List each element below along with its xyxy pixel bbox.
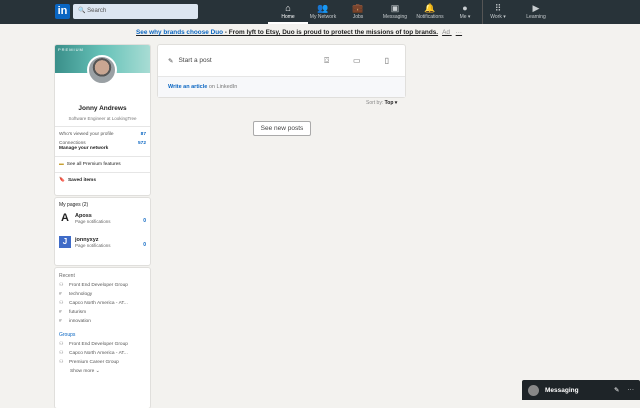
recent-item[interactable]: # technology [55,290,150,299]
nav-notifications[interactable]: 🔔 Notifications [410,3,450,20]
profile-card: PREMIUM Jonny Andrews Software Engineer … [55,45,150,195]
recent-card: Recent ⚇ Front End Developer Group # techn… [55,268,150,408]
nav-my-network[interactable]: 👥 My Network [303,3,343,20]
recent-item[interactable]: ⚇ Capco North America - AT... [55,299,150,308]
sort-dropdown[interactable]: Sort by: Top ▾ [366,100,397,106]
page-item[interactable]: Jjonnyxyz Page notifications 0 [55,232,150,252]
messaging-icon: ▣ [390,3,400,13]
top-navbar: in 🔍 Search ⌂ Home 👥 My Network 💼 Jobs ▣ Mes… [0,0,640,24]
more-icon[interactable]: ··· [456,29,462,36]
document-icon[interactable]: ▯ [385,56,389,66]
more-icon[interactable]: ··· [628,386,635,394]
group-icon: ⚇ [59,360,64,365]
nav-learning[interactable]: ▶ Learning [516,3,556,20]
premium-features-link[interactable]: ▬ See all Premium features [55,162,150,167]
edit-icon: ✎ [168,57,174,65]
recent-title: Recent [59,273,75,279]
page-logo-icon: J [59,236,71,248]
group-item[interactable]: ⚇ Premium Career Group [55,358,150,367]
hashtag-icon: # [59,292,62,297]
nav-home[interactable]: ⌂ Home [268,3,308,24]
learning-icon: ▶ [532,3,540,13]
search-input[interactable]: 🔍 Search [73,4,198,19]
group-icon: ⚇ [59,351,64,356]
messaging-bar[interactable]: Messaging ✎ ··· [522,380,640,400]
home-icon: ⌂ [285,3,291,13]
start-post-button[interactable]: Start a post [178,57,211,64]
saved-items-link[interactable]: 🔖 Saved items [55,178,150,183]
recent-item[interactable]: ⚇ Front End Developer Group [55,281,150,290]
recent-item[interactable]: # futurism [55,308,150,317]
nav-work[interactable]: ⠿ Work ▾ [478,3,518,20]
manage-network-link[interactable]: Manage your network [55,146,150,151]
video-icon[interactable]: ▭ [353,56,361,66]
group-icon: ⚇ [59,342,64,347]
groups-title[interactable]: Groups [55,326,150,340]
group-icon: ⚇ [59,301,64,306]
premium-icon: ▬ [59,162,64,167]
nav-jobs[interactable]: 💼 Jobs [338,3,378,20]
briefcase-icon: 💼 [352,3,364,13]
avatar [528,384,539,396]
hashtag-icon: # [59,319,62,324]
network-icon: 👥 [317,3,329,13]
grid-icon: ⠿ [494,3,502,13]
group-icon: ⚇ [59,283,64,288]
profile-views[interactable]: Who's viewed your profile 87 [55,132,150,137]
ad-banner[interactable]: See why brands choose Duo - From lyft to… [136,29,462,36]
page-logo-icon: A [61,212,69,224]
group-item[interactable]: ⚇ Front End Developer Group [55,340,150,349]
page-item[interactable]: A Aposs Page notifications 0 [55,208,150,228]
show-more-button[interactable]: Show more ⌄ [55,367,150,376]
nav-messaging[interactable]: ▣ Messaging [375,3,415,20]
hashtag-icon: # [59,310,62,315]
camera-icon[interactable]: ⌼ [324,56,329,66]
bell-icon: 🔔 [424,3,436,13]
see-new-posts-button[interactable]: See new posts [253,121,311,136]
compose-icon[interactable]: ✎ [614,386,619,394]
linkedin-logo[interactable]: in [55,4,70,19]
profile-headline: Software Engineer at LookingTree [68,116,137,121]
write-article-link[interactable]: Write an article on LinkedIn [158,76,405,97]
share-box: ✎ Start a post ⌼ ▭ ▯ Write an article on Li… [158,45,405,97]
bookmark-icon: 🔖 [59,178,65,183]
recent-item[interactable]: # innovation [55,317,150,326]
avatar[interactable] [87,55,117,85]
profile-name[interactable]: Jonny Andrews [55,105,150,112]
group-item[interactable]: ⚇ Capco North America - AT... [55,349,150,358]
my-pages-card: My pages (2) A Aposs Page notifications 0 J… [55,198,150,265]
my-pages-title: My pages (2) [59,202,89,208]
